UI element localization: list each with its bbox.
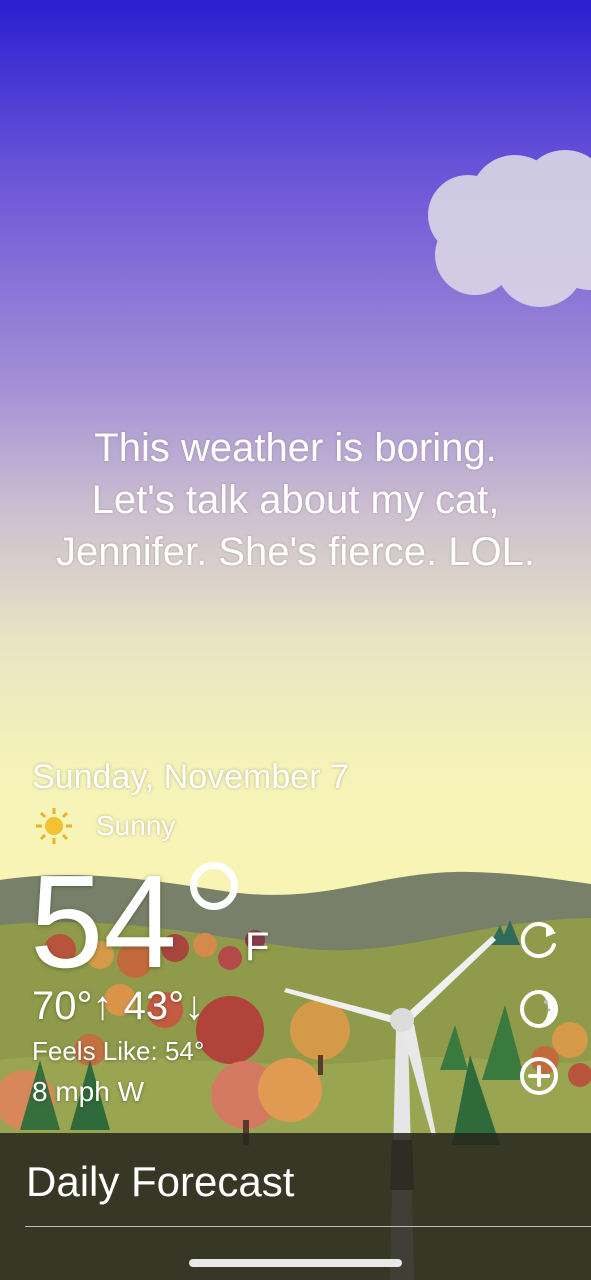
high-low-temperature: 70°↑ 43°↓	[32, 984, 204, 1029]
sun-icon	[36, 808, 72, 844]
degree-symbol	[190, 862, 238, 910]
arrow-up-icon: ↑	[92, 984, 113, 1028]
moon-phase-icon	[520, 990, 558, 1028]
high-temperature: 70°	[32, 984, 93, 1028]
add-location-button[interactable]	[516, 1053, 562, 1099]
low-temperature: 43°	[123, 984, 185, 1028]
current-temperature: 54	[30, 848, 177, 995]
feels-like: Feels Like: 54°	[32, 1036, 205, 1066]
temperature-unit: F	[245, 925, 270, 969]
home-indicator[interactable]	[189, 1259, 402, 1267]
daily-forecast-title[interactable]: Daily Forecast	[26, 1158, 294, 1206]
daily-forecast-panel[interactable]	[0, 1133, 591, 1280]
message-line-3: Jennifer. She's fierce. LOL.	[55, 530, 535, 574]
add-location-icon	[520, 1057, 558, 1095]
refresh-button[interactable]	[516, 917, 562, 963]
wind-speed: 8 mph W	[32, 1076, 145, 1107]
message-line-1: This weather is boring.	[94, 426, 497, 470]
refresh-icon	[520, 922, 556, 959]
cloud-icon	[428, 150, 591, 307]
weather-condition: Sunny	[34, 806, 175, 846]
weather-message: This weather is boring. Let's talk about…	[20, 422, 571, 578]
current-date: Sunday, November 7	[32, 758, 349, 796]
divider	[25, 1226, 591, 1227]
message-line-2: Let's talk about my cat,	[91, 478, 500, 522]
moon-phase-button[interactable]	[516, 986, 562, 1032]
arrow-down-icon: ↓	[184, 984, 205, 1028]
condition-label: Sunny	[96, 810, 176, 841]
